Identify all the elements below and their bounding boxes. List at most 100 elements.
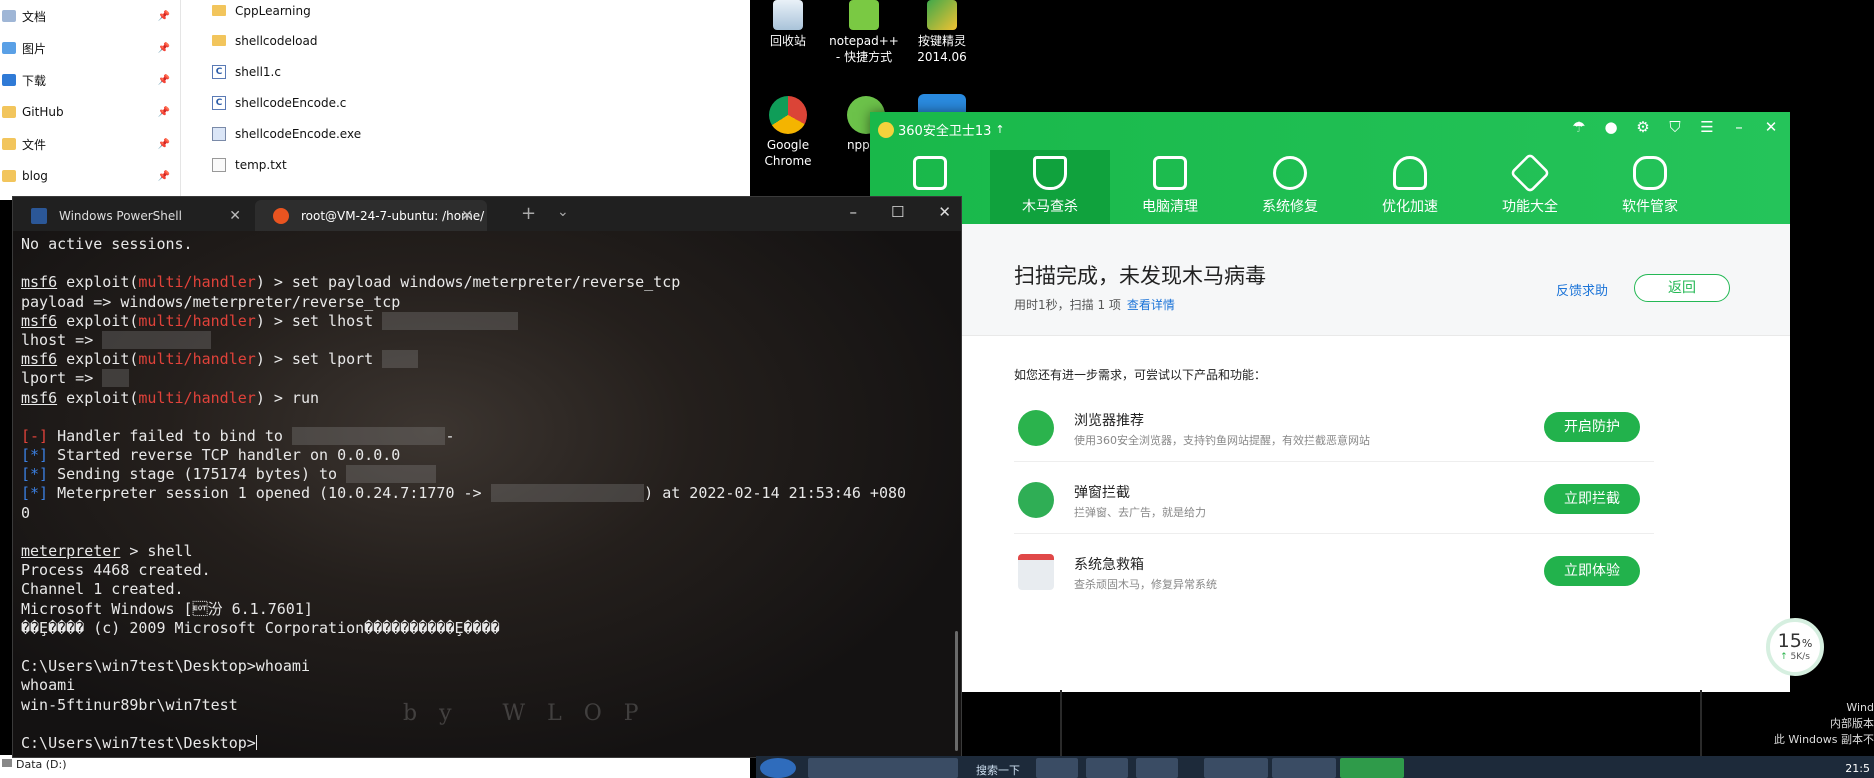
enable-protection-button[interactable]: 开启防护 bbox=[1544, 412, 1640, 442]
desktop-icon-macro-tool[interactable]: 按键精灵 2014.06 bbox=[906, 0, 978, 65]
terminal-text-segment: meterpreter bbox=[21, 542, 121, 560]
desktop-icon-chrome[interactable]: Google Chrome bbox=[752, 96, 824, 169]
block-now-button[interactable]: 立即拦截 bbox=[1544, 484, 1640, 514]
exe-file-icon bbox=[212, 126, 226, 141]
taskbar-search[interactable]: 搜索一下 bbox=[976, 762, 1020, 778]
terminal-text-segment: Microsoft Windows [汾 6.1.7601] bbox=[21, 599, 313, 618]
terminal-line: 0 bbox=[21, 504, 951, 523]
folder-icon bbox=[2, 106, 16, 118]
product-row-browser: 浏览器推荐 使用360安全浏览器，支持钓鱼网站提醒，有效拦截恶意网站 开启防护 bbox=[1014, 390, 1654, 462]
new-tab-icon[interactable]: + bbox=[521, 203, 536, 224]
terminal-window-controls: – ☐ ✕ bbox=[849, 203, 951, 221]
explorer-nav-drive[interactable]: Data (D:) bbox=[0, 755, 750, 778]
close-tab-icon[interactable]: ✕ bbox=[461, 208, 473, 224]
tab-windows-powershell[interactable]: Windows PowerShell ✕ bbox=[13, 200, 255, 231]
start-button[interactable] bbox=[760, 758, 796, 778]
minimize-icon[interactable]: – bbox=[1730, 118, 1748, 136]
background-watermark: by WLOP bbox=[403, 701, 661, 726]
maximize-icon[interactable]: ☐ bbox=[891, 203, 904, 221]
documents-icon bbox=[2, 10, 16, 22]
minimize-icon[interactable]: – bbox=[849, 203, 857, 221]
tab-ubuntu-ssh[interactable]: root@VM-24-7-ubuntu: /home/ ✕ bbox=[255, 200, 487, 231]
browser-icon bbox=[1018, 410, 1054, 446]
redacted-text bbox=[102, 369, 130, 388]
menu-icon[interactable]: ☰ bbox=[1698, 118, 1716, 136]
partial-desktop-icon[interactable] bbox=[918, 94, 966, 112]
umbrella-icon[interactable]: ☂ bbox=[1570, 118, 1588, 136]
tab-trojan-scan[interactable]: 木马查杀 bbox=[990, 150, 1110, 224]
desktop-icon-recycle-bin[interactable]: 回收站 bbox=[752, 0, 824, 49]
tab-cleanup[interactable]: 电脑清理 bbox=[1110, 150, 1230, 224]
file-item[interactable]: shellcodeload bbox=[212, 25, 318, 56]
pin-icon[interactable]: 📌 bbox=[158, 139, 170, 150]
redacted-text bbox=[291, 426, 446, 445]
nav-item-files[interactable]: 文件 📌 bbox=[0, 128, 178, 160]
tab-feature-hub[interactable]: 功能大全 bbox=[1470, 150, 1590, 224]
taskbar-terminal-icon[interactable] bbox=[1272, 758, 1336, 778]
pin-icon[interactable]: 📌 bbox=[158, 11, 170, 22]
nav-item-downloads[interactable]: 下载 📌 bbox=[0, 64, 178, 96]
product-row-first-aid: 系统急救箱 查杀顽固木马，修复异常系统 立即体验 bbox=[1014, 534, 1654, 606]
file-item[interactable]: Cshell1.c bbox=[212, 56, 281, 87]
view-details-link[interactable]: 查看详情 bbox=[1127, 298, 1175, 312]
close-icon[interactable]: ✕ bbox=[938, 203, 951, 221]
terminal-line: lhost => bbox=[21, 330, 951, 350]
taskbar-app[interactable] bbox=[808, 758, 958, 778]
notepad-plus-plus-icon bbox=[849, 0, 879, 30]
terminal-line: Microsoft Windows [汾 6.1.7601] bbox=[21, 600, 951, 619]
terminal-line: No active sessions. bbox=[21, 235, 951, 254]
terminal-text-segment: whoami bbox=[21, 676, 76, 695]
pin-icon[interactable]: 📌 bbox=[158, 43, 170, 54]
settings-icon[interactable]: ⚙ bbox=[1634, 118, 1652, 136]
downloads-icon bbox=[2, 74, 16, 86]
network-speed-widget[interactable]: 15% ↑ 5K/s bbox=[1766, 618, 1824, 676]
file-item[interactable]: CshellcodeEncode.c bbox=[212, 87, 346, 118]
nav-divider[interactable] bbox=[180, 0, 181, 200]
terminal-line: [*] Started reverse TCP handler on 0.0.0… bbox=[21, 446, 951, 465]
tab-system-repair[interactable]: 系统修复 bbox=[1230, 150, 1350, 224]
taskbar-ie-icon[interactable] bbox=[1036, 758, 1078, 778]
terminal-output[interactable]: No active sessions. msf6 exploit(multi/ha… bbox=[13, 231, 961, 757]
chevron-down-icon[interactable]: ⌄ bbox=[557, 204, 569, 220]
chrome-icon bbox=[769, 96, 807, 134]
file-item[interactable]: temp.txt bbox=[212, 149, 287, 180]
tab-software-manager[interactable]: 软件管家 bbox=[1590, 150, 1710, 224]
tab-speedup[interactable]: 优化加速 bbox=[1350, 150, 1470, 224]
close-icon[interactable]: ✕ bbox=[1762, 118, 1780, 136]
pin-icon[interactable]: 📌 bbox=[158, 171, 170, 182]
nav-item-pictures[interactable]: 图片 📌 bbox=[0, 32, 178, 64]
nav-item-github[interactable]: GitHub 📌 bbox=[0, 96, 178, 128]
account-avatar-icon[interactable]: ● bbox=[1602, 118, 1620, 136]
pin-icon[interactable]: 📌 bbox=[158, 75, 170, 86]
taskbar-chrome-icon[interactable] bbox=[1204, 758, 1268, 778]
nav-item-blog[interactable]: blog 📌 bbox=[0, 160, 178, 192]
recycle-bin-icon bbox=[773, 0, 803, 30]
terminal-line: [-] Handler failed to bind to - bbox=[21, 426, 951, 446]
broom-icon bbox=[1153, 156, 1187, 190]
terminal-scrollbar[interactable] bbox=[955, 631, 958, 751]
upgrade-arrow-icon[interactable]: ↑ bbox=[995, 123, 1004, 136]
pin-icon[interactable]: 📌 bbox=[158, 107, 170, 118]
nav-item-documents[interactable]: 文档 📌 bbox=[0, 0, 178, 32]
file-item[interactable]: shellcodeEncode.exe bbox=[212, 118, 361, 149]
popup-block-icon bbox=[1018, 482, 1054, 518]
skin-shirt-icon[interactable]: ⛉ bbox=[1666, 118, 1684, 136]
taskbar-media-icon[interactable] bbox=[1136, 758, 1178, 778]
taskbar-360-icon[interactable] bbox=[1340, 758, 1404, 778]
close-tab-icon[interactable]: ✕ bbox=[229, 208, 241, 224]
folder-icon bbox=[2, 170, 16, 182]
taskbar-clock[interactable]: 21:5 bbox=[1845, 762, 1870, 775]
feedback-link[interactable]: 反馈求助 bbox=[1556, 280, 1608, 299]
desktop-icon-notepad-plus-plus[interactable]: notepad++ - 快捷方式 bbox=[828, 0, 900, 65]
terminal-line: Process 4468 created. bbox=[21, 561, 951, 580]
powershell-icon bbox=[31, 207, 47, 224]
taskbar-explorer-icon[interactable] bbox=[1086, 758, 1128, 778]
file-item[interactable]: CppLearning bbox=[212, 0, 311, 26]
terminal-text-segment: C:\Users\win7test\Desktop>whoami bbox=[21, 657, 310, 676]
try-now-button[interactable]: 立即体验 bbox=[1544, 556, 1640, 586]
product-row-popup-block: 弹窗拦截 拦弹窗、去广告，就是给力 立即拦截 bbox=[1014, 462, 1654, 534]
windows-terminal-window: Windows PowerShell ✕ root@VM-24-7-ubuntu… bbox=[12, 196, 962, 758]
terminal-line: meterpreter > shell bbox=[21, 542, 951, 561]
terminal-text-segment: payload => windows/meterpreter/reverse_t… bbox=[21, 292, 401, 311]
back-button[interactable]: 返回 bbox=[1634, 274, 1730, 302]
